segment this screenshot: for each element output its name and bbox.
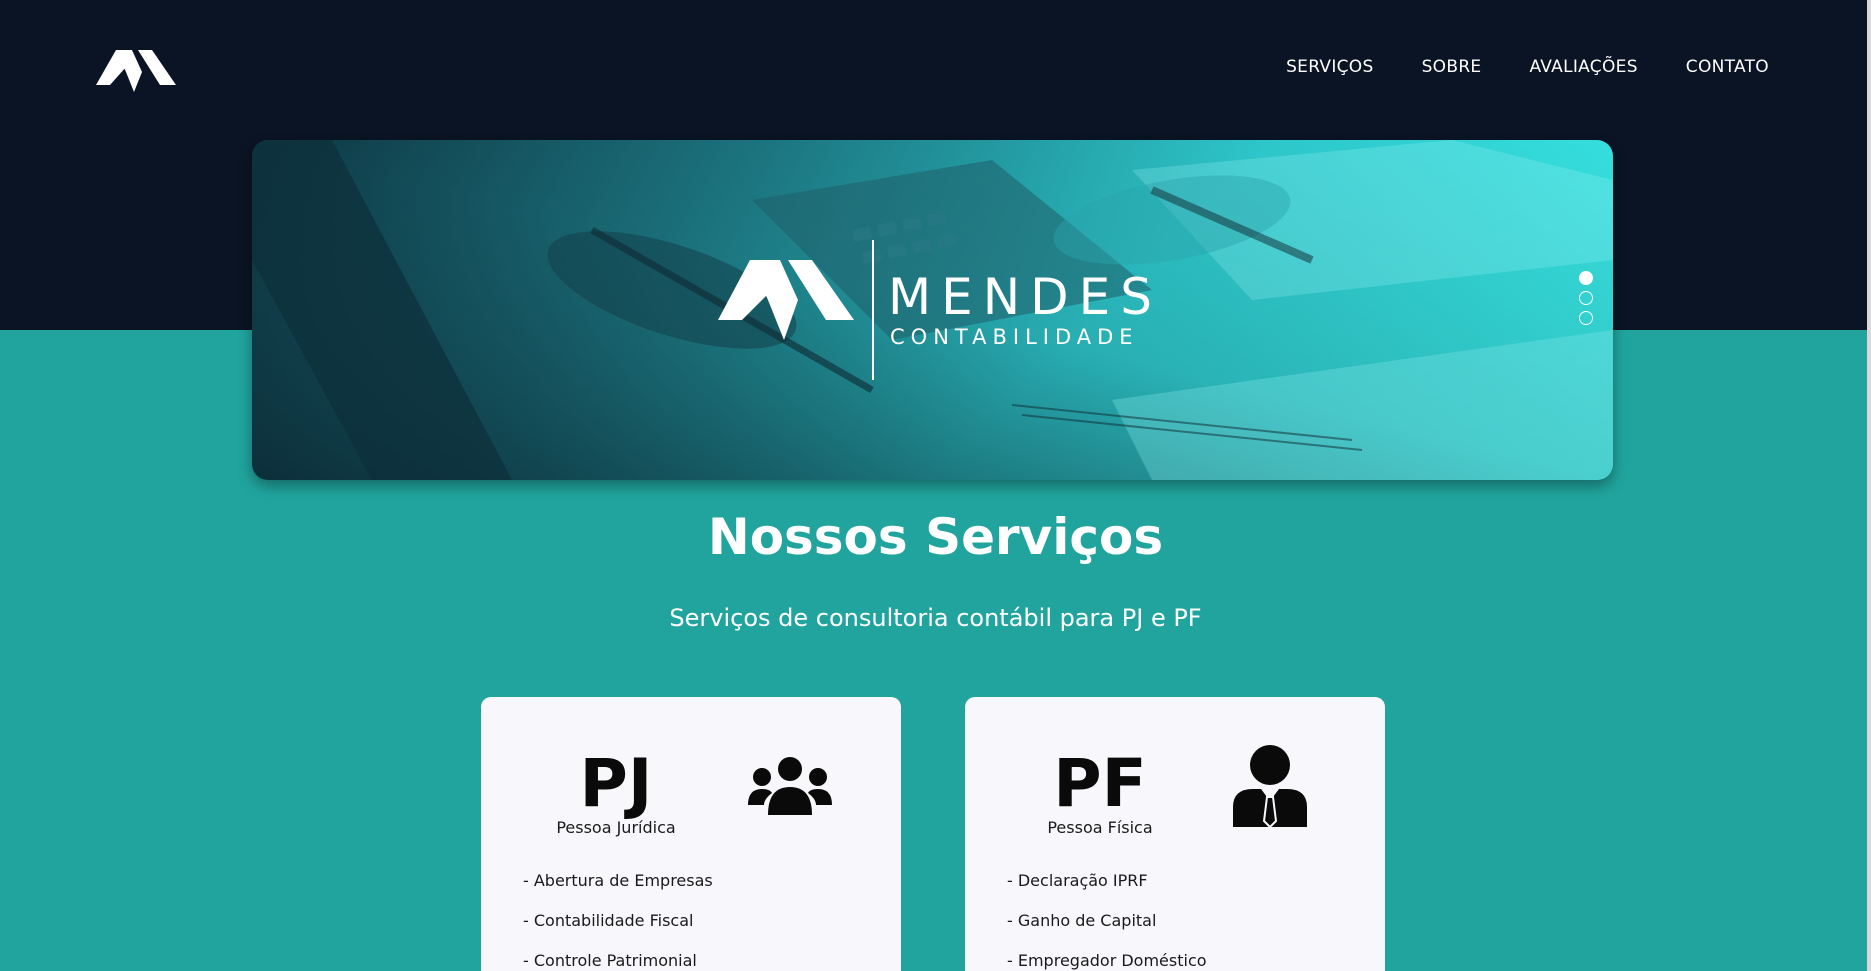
list-item: - Ganho de Capital (1007, 911, 1157, 930)
card-type: Pessoa Jurídica (556, 818, 676, 837)
carousel-indicators (1579, 271, 1593, 325)
card-code: PF (1053, 745, 1147, 822)
window-scrollbar[interactable] (1867, 0, 1871, 971)
nav-contato[interactable]: CONTATO (1686, 57, 1769, 77)
logo-icon[interactable] (96, 40, 176, 100)
hero-carousel[interactable]: MENDES CONTABILIDADE (252, 140, 1613, 480)
users-group-icon (748, 757, 832, 815)
nav-servicos[interactable]: SERVIÇOS (1286, 57, 1374, 77)
list-item: - Declaração IPRF (1007, 871, 1148, 890)
main-nav: SERVIÇOS SOBRE AVALIAÇÕES CONTATO (1286, 57, 1769, 77)
banner-brand-subtitle: CONTABILIDADE (890, 325, 1139, 349)
carousel-dot-1[interactable] (1579, 271, 1593, 285)
list-item: - Controle Patrimonial (523, 951, 697, 970)
nav-avaliacoes[interactable]: AVALIAÇÕES (1529, 57, 1637, 77)
services-subtitle: Serviços de consultoria contábil para PJ… (669, 604, 1202, 632)
service-card-pf: PF Pessoa Física - Declaração IPRF - Gan… (965, 697, 1385, 971)
card-service-list: - Declaração IPRF - Ganho de Capital - E… (1007, 871, 1207, 971)
list-item: - Contabilidade Fiscal (523, 911, 694, 930)
services-title: Nossos Serviços (707, 508, 1164, 566)
nav-sobre[interactable]: SOBRE (1422, 57, 1482, 77)
service-card-pj: PJ Pessoa Jurídica - Abertura de Empresa… (481, 697, 901, 971)
list-item: - Empregador Doméstico (1007, 951, 1207, 970)
card-code: PJ (579, 745, 653, 822)
card-type: Pessoa Física (1047, 818, 1153, 837)
carousel-dot-3[interactable] (1579, 311, 1593, 325)
user-suit-icon (1233, 745, 1307, 827)
carousel-dot-2[interactable] (1579, 291, 1593, 305)
banner-divider (872, 240, 874, 380)
list-item: - Abertura de Empresas (523, 871, 713, 890)
card-service-list: - Abertura de Empresas - Contabilidade F… (523, 871, 713, 971)
banner-brand-name: MENDES (888, 268, 1162, 326)
